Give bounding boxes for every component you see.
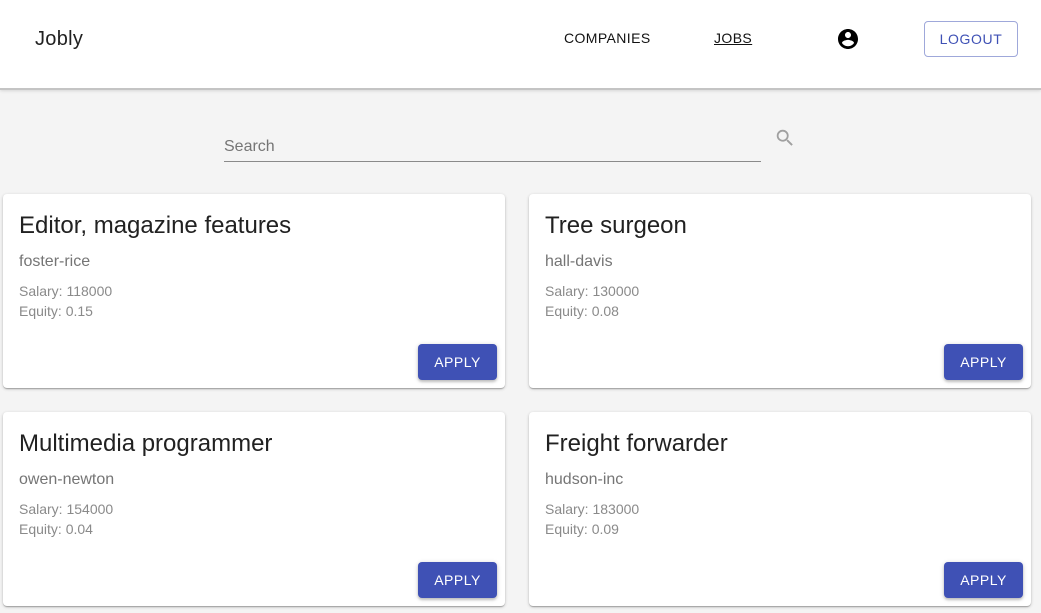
job-equity: Equity: 0.08 xyxy=(545,303,619,319)
apply-button[interactable]: APPLY xyxy=(944,344,1023,380)
job-title: Freight forwarder xyxy=(545,430,728,457)
job-title: Editor, magazine features xyxy=(19,212,292,239)
app-bar: Jobly COMPANIES JOBS LOGOUT xyxy=(0,0,1041,90)
search-input[interactable] xyxy=(224,130,761,160)
job-card: Freight forwarder hudson-inc Salary: 183… xyxy=(529,412,1031,606)
logout-button[interactable]: LOGOUT xyxy=(924,21,1018,57)
job-salary: Salary: 130000 xyxy=(545,283,640,299)
job-card: Editor, magazine features foster-rice Sa… xyxy=(3,194,505,388)
job-card: Multimedia programmer owen-newton Salary… xyxy=(3,412,505,606)
search-field xyxy=(224,130,761,162)
job-title: Tree surgeon xyxy=(545,212,687,239)
job-salary: Salary: 183000 xyxy=(545,501,640,517)
account-circle-icon[interactable] xyxy=(836,27,860,51)
job-company: hudson-inc xyxy=(545,471,624,488)
apply-button[interactable]: APPLY xyxy=(418,562,497,598)
job-card: Tree surgeon hall-davis Salary: 130000 E… xyxy=(529,194,1031,388)
job-equity: Equity: 0.04 xyxy=(19,521,93,537)
job-salary: Salary: 118000 xyxy=(19,283,113,299)
job-equity: Equity: 0.15 xyxy=(19,303,93,319)
job-title: Multimedia programmer xyxy=(19,430,273,457)
job-equity: Equity: 0.09 xyxy=(545,521,619,537)
job-salary: Salary: 154000 xyxy=(19,501,114,517)
job-company: owen-newton xyxy=(19,471,115,488)
nav-jobs[interactable]: JOBS xyxy=(714,30,752,46)
brand-logo[interactable]: Jobly xyxy=(35,28,83,51)
apply-button[interactable]: APPLY xyxy=(418,344,497,380)
nav-companies[interactable]: COMPANIES xyxy=(564,30,651,46)
search-icon[interactable] xyxy=(774,127,796,149)
job-company: foster-rice xyxy=(19,253,91,270)
job-company: hall-davis xyxy=(545,253,613,270)
apply-button[interactable]: APPLY xyxy=(944,562,1023,598)
